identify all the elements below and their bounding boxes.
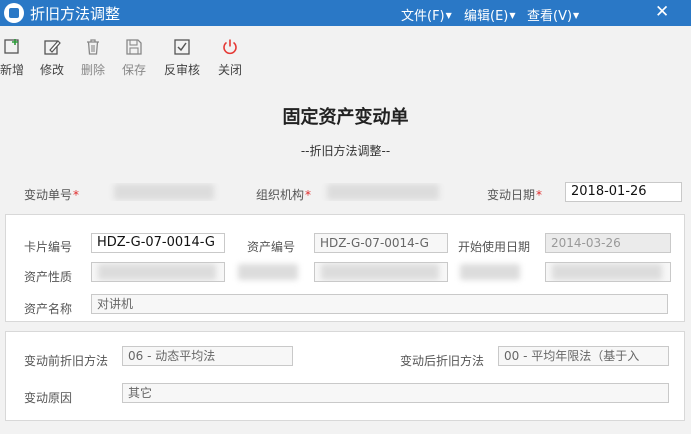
chevron-down-icon: ▼: [509, 11, 516, 20]
change-reason-label: 变动原因: [24, 391, 73, 405]
add-button[interactable]: 新增: [0, 38, 32, 78]
window-title: 折旧方法调整: [30, 5, 121, 23]
edit-icon: [44, 40, 61, 55]
chevron-down-icon: ▼: [573, 11, 580, 20]
redacted-value: [98, 264, 216, 280]
after-method-field[interactable]: 00 - 平均年限法（基于入: [498, 346, 669, 366]
toolbar: 新增 修改 删除 保存 反审核 关闭: [0, 26, 691, 84]
save-button[interactable]: 保存: [114, 38, 154, 78]
menu-view[interactable]: 查看(V)▼: [527, 5, 579, 24]
asset-nature-label: 资产性质: [24, 270, 73, 284]
edit-button[interactable]: 修改: [32, 38, 72, 78]
unapprove-button[interactable]: 反审核: [158, 38, 206, 78]
after-method-label: 变动后折旧方法: [400, 354, 485, 368]
redacted-field[interactable]: [545, 262, 671, 282]
power-icon: [223, 39, 237, 55]
card-no-field[interactable]: HDZ-G-07-0014-G: [91, 233, 225, 253]
org-label: 组织机构*: [256, 188, 312, 202]
start-date-field[interactable]: 2014-03-26: [545, 233, 671, 253]
form-subtitle: --折旧方法调整--: [300, 144, 391, 158]
unapprove-icon: [174, 39, 190, 55]
asset-no-field[interactable]: HDZ-G-07-0014-G: [314, 233, 448, 253]
org-field[interactable]: [318, 182, 450, 202]
change-reason-field[interactable]: 其它: [122, 383, 669, 403]
change-section: [5, 331, 685, 421]
redacted-field[interactable]: [314, 262, 448, 282]
app-logo-icon: [4, 3, 24, 23]
change-date-field[interactable]: 2018-01-26: [565, 182, 682, 202]
asset-name-field[interactable]: 对讲机: [91, 294, 668, 314]
title-bar: 折旧方法调整 文件(F)▼ 编辑(E)▼ 查看(V)▼ ✕: [0, 0, 691, 26]
asset-no-label: 资产编号: [247, 240, 296, 254]
before-method-label: 变动前折旧方法: [24, 354, 109, 368]
save-icon: [126, 39, 142, 55]
menu-edit[interactable]: 编辑(E)▼: [464, 5, 516, 24]
redacted-value: [321, 264, 439, 280]
start-date-label: 开始使用日期: [458, 240, 531, 254]
redacted-value: [552, 264, 662, 280]
redacted-label: [238, 264, 298, 280]
chevron-down-icon: ▼: [445, 11, 452, 20]
change-no-field[interactable]: [103, 182, 221, 202]
asset-nature-field[interactable]: [91, 262, 225, 282]
delete-icon: [87, 39, 99, 55]
redacted-label: [460, 264, 520, 280]
window-close-button[interactable]: ✕: [655, 2, 669, 22]
redacted-value: [327, 184, 439, 200]
change-date-label: 变动日期*: [487, 188, 543, 202]
close-button[interactable]: 关闭: [210, 38, 250, 78]
asset-name-label: 资产名称: [24, 302, 73, 316]
delete-button[interactable]: 删除: [73, 38, 113, 78]
redacted-value: [114, 184, 214, 200]
card-no-label: 卡片编号: [24, 240, 73, 254]
form-title: 固定资产变动单: [282, 107, 409, 128]
before-method-field[interactable]: 06 - 动态平均法: [122, 346, 293, 366]
add-icon: [4, 39, 19, 54]
menu-file[interactable]: 文件(F)▼: [401, 5, 452, 24]
change-no-label: 变动单号*: [24, 188, 80, 202]
